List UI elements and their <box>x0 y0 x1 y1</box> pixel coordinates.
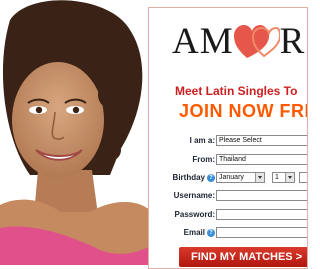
birthday-label: Birthday? <box>149 173 215 182</box>
email-label-text: Email <box>183 228 205 237</box>
username-input[interactable] <box>216 190 307 201</box>
birth-year-select[interactable] <box>299 172 307 183</box>
password-input[interactable] <box>216 209 307 220</box>
birthday-label-text: Birthday <box>172 173 205 182</box>
email-input[interactable] <box>216 227 307 238</box>
email-label: Email? <box>149 228 215 237</box>
gender-select-value: Please Select <box>219 137 262 144</box>
birth-month-value: January <box>219 174 244 181</box>
hearts-icon <box>233 22 281 62</box>
birth-day-select[interactable]: 1 <box>272 172 295 183</box>
i-am-label: I am a: <box>189 136 215 145</box>
password-label: Password: <box>174 210 215 219</box>
logo-text-left: AM <box>172 21 234 62</box>
country-select[interactable]: Thailand <box>216 154 307 165</box>
logo-text-right: R <box>279 21 306 62</box>
brand-logo[interactable]: AM R <box>172 20 305 64</box>
help-icon[interactable]: ? <box>207 173 215 182</box>
birth-month-select[interactable]: January <box>216 172 265 183</box>
signup-panel: AM R Meet Latin Singles To JOIN NOW FRE I… <box>148 7 308 269</box>
help-icon[interactable]: ? <box>207 228 215 237</box>
country-select-value: Thailand <box>219 156 246 163</box>
tagline: Meet Latin Singles To <box>175 84 298 98</box>
woman-photo <box>0 0 150 265</box>
username-label: Username: <box>173 191 215 200</box>
gender-select[interactable]: Please Select <box>216 135 307 146</box>
birth-day-value: 1 <box>275 174 279 181</box>
from-label: From: <box>192 155 215 164</box>
find-my-matches-button[interactable]: FIND MY MATCHES > <box>179 247 307 267</box>
chevron-down-icon <box>285 173 294 182</box>
chevron-down-icon <box>255 173 264 182</box>
join-now-heading: JOIN NOW FRE <box>179 101 308 121</box>
